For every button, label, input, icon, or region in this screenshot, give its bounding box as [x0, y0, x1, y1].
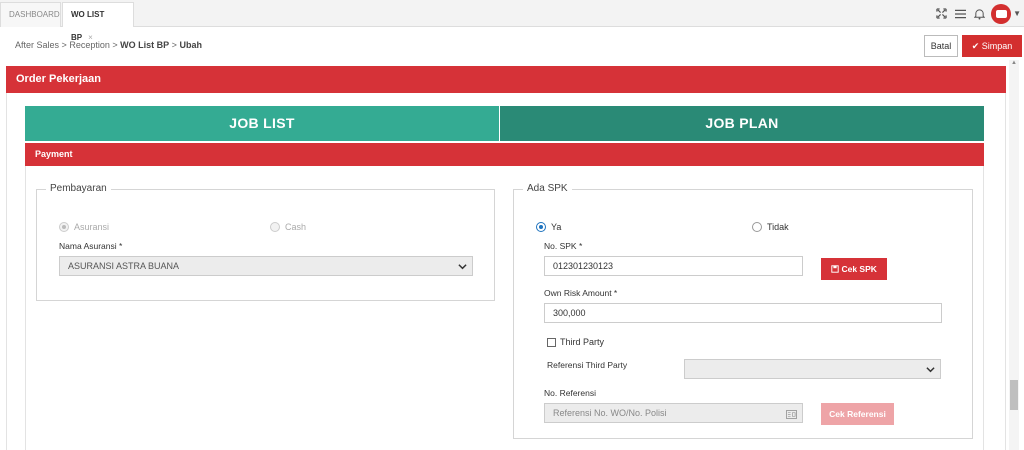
payment-header: Payment	[25, 143, 984, 166]
radio-ya-label: Ya	[551, 222, 562, 232]
top-icons: ▼	[930, 0, 1024, 27]
breadcrumb-after-sales[interactable]: After Sales	[15, 40, 59, 50]
radio-dot	[59, 222, 69, 232]
radio-tidak-label: Tidak	[767, 222, 789, 232]
breadcrumb-ubah: Ubah	[179, 40, 202, 50]
no-ref-label: No. Referensi	[544, 388, 596, 398]
breadcrumb: After Sales > Reception > WO List BP > U…	[15, 40, 202, 50]
breadcrumb-separator: >	[112, 40, 118, 50]
scrollbar[interactable]: ▲	[1009, 60, 1019, 450]
bell-icon[interactable]	[971, 6, 987, 22]
save-button-label: Simpan	[981, 41, 1013, 51]
breadcrumb-separator: >	[171, 40, 177, 50]
scroll-up-icon[interactable]: ▲	[1009, 60, 1019, 70]
breadcrumb-wo-list-bp[interactable]: WO List BP	[120, 40, 169, 50]
radio-cash-label: Cash	[285, 222, 307, 232]
no-ref-placeholder: Referensi No. WO/No. Polisi	[553, 408, 667, 418]
tab-dashboard[interactable]: DASHBOARD	[0, 2, 61, 27]
tab-wo-list-bp[interactable]: WO LIST BP ×	[62, 2, 134, 42]
radio-asuransi[interactable]: Asuransi	[59, 222, 109, 232]
insurance-select[interactable]: ASURANSI ASTRA BUANA	[59, 256, 473, 276]
third-party-checkbox[interactable]: Third Party	[547, 337, 604, 347]
radio-ya[interactable]: Ya	[536, 222, 561, 232]
scroll-thumb[interactable]	[1010, 380, 1018, 410]
radio-asuransi-label: Asuransi	[74, 222, 110, 232]
cek-spk-label: Cek SPK	[841, 264, 877, 274]
pembayaran-legend: Pembayaran	[46, 183, 111, 194]
user-avatar-icon[interactable]	[991, 3, 1012, 24]
no-spk-label: No. SPK *	[544, 241, 583, 251]
chevron-down-icon	[458, 260, 467, 278]
insurance-label: Nama Asuransi *	[59, 241, 123, 251]
cek-spk-button[interactable]: Cek SPK	[821, 258, 887, 280]
save-disk-icon	[831, 264, 841, 274]
radio-dot	[536, 222, 546, 232]
chevron-down-icon	[926, 363, 935, 381]
radio-dot	[270, 222, 280, 232]
ref-third-party-select[interactable]	[684, 359, 941, 379]
tab-job-plan[interactable]: JOB PLAN	[500, 106, 984, 141]
tab-job-list[interactable]: JOB LIST	[25, 106, 499, 141]
radio-cash[interactable]: Cash	[270, 222, 306, 232]
breadcrumb-reception[interactable]: Reception	[69, 40, 110, 50]
no-spk-input[interactable]: 012301230123	[544, 256, 803, 276]
tab-dashboard-label: DASHBOARD	[9, 10, 60, 19]
cancel-button[interactable]: Batal	[924, 35, 958, 57]
chevron-down-icon[interactable]: ▼	[1013, 9, 1021, 18]
no-ref-input[interactable]: Referensi No. WO/No. Polisi	[544, 403, 803, 423]
radio-tidak[interactable]: Tidak	[752, 222, 789, 232]
cek-referensi-button[interactable]: Cek Referensi	[821, 403, 894, 425]
spk-legend: Ada SPK	[523, 183, 572, 194]
top-tab-bar: DASHBOARD WO LIST BP × ▼	[0, 0, 1024, 42]
menu-icon[interactable]	[952, 6, 968, 22]
radio-dot	[752, 222, 762, 232]
section-title: Order Pekerjaan	[6, 66, 1006, 93]
check-icon: ✔	[971, 41, 980, 51]
save-button[interactable]: ✔ Simpan	[962, 35, 1022, 57]
breadcrumb-separator: >	[61, 40, 67, 50]
checkbox-box	[547, 337, 556, 347]
ref-third-party-label: Referensi Third Party	[547, 360, 628, 370]
insurance-select-value: ASURANSI ASTRA BUANA	[68, 261, 180, 271]
own-risk-input[interactable]: 300,000	[544, 303, 942, 323]
id-card-icon	[786, 408, 797, 426]
own-risk-label: Own Risk Amount *	[544, 288, 618, 298]
third-party-label: Third Party	[560, 337, 605, 347]
expand-icon[interactable]	[933, 6, 949, 22]
